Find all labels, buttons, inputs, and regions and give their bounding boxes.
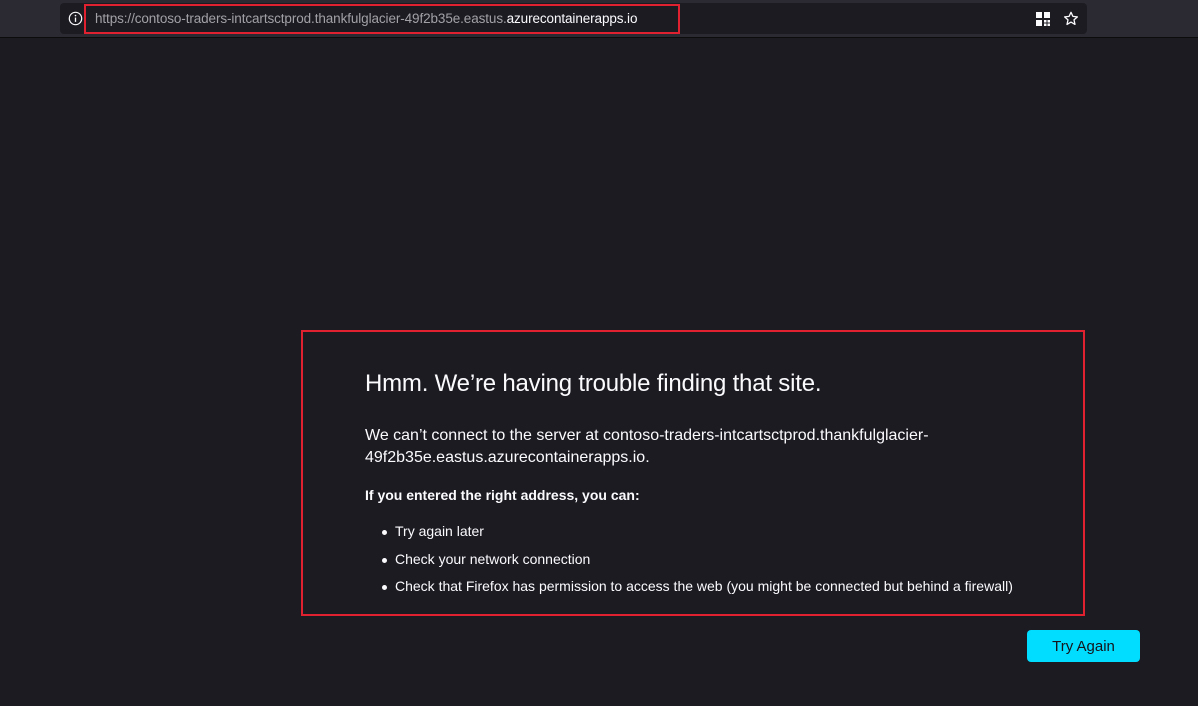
bookmark-star-icon[interactable] [1063, 11, 1079, 27]
url-host: azurecontainerapps.io [506, 11, 638, 26]
url-prefix: https://contoso-traders-intcartsctprod.t… [95, 11, 507, 26]
address-bar[interactable]: https://contoso-traders-intcartsctprod.t… [60, 3, 1087, 34]
error-description: We can’t connect to the server at contos… [365, 427, 929, 466]
qr-code-icon[interactable] [1035, 11, 1051, 27]
suggestion-list: Try again later Check your network conne… [365, 518, 1013, 601]
suggestion-heading: If you entered the right address, you ca… [365, 487, 640, 503]
url-text[interactable]: https://contoso-traders-intcartsctprod.t… [95, 11, 637, 26]
browser-toolbar: https://contoso-traders-intcartsctprod.t… [0, 0, 1198, 38]
suggestion-item: Try again later [365, 518, 1013, 546]
suggestion-item: Check your network connection [365, 546, 1013, 574]
info-icon[interactable] [68, 11, 83, 26]
error-message-box: Hmm. We’re having trouble finding that s… [301, 330, 1085, 616]
suggestion-item: Check that Firefox has permission to acc… [365, 573, 1013, 601]
page-title: Hmm. We’re having trouble finding that s… [365, 370, 822, 397]
try-again-button[interactable]: Try Again [1027, 630, 1140, 662]
